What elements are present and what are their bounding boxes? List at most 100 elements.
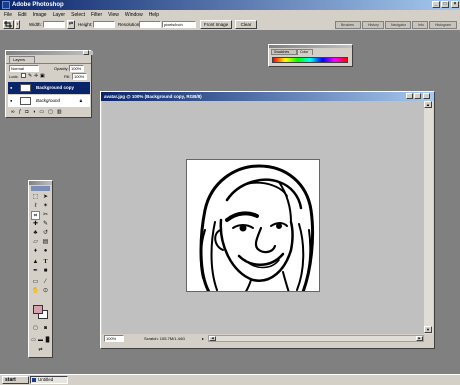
doc-maximize-button[interactable] — [414, 93, 421, 99]
lock-all-icon[interactable]: ▣ — [40, 73, 45, 79]
minimize-button[interactable]: _ — [432, 1, 440, 8]
magic-wand-tool-icon[interactable]: ✶ — [41, 202, 50, 211]
taskbar-item[interactable]: Untitled — [30, 376, 68, 384]
palette-title-strip[interactable] — [269, 45, 352, 48]
adjustment-layer-icon[interactable]: ◑ — [32, 109, 35, 116]
color-spectrum-bar[interactable] — [272, 57, 348, 63]
app-title-bar[interactable]: Adobe Photoshop _ □ × — [0, 0, 460, 10]
status-menu-arrow[interactable]: ▸ — [202, 334, 204, 343]
eyedropper-tool-icon[interactable]: ⁄ — [41, 278, 50, 287]
scroll-up-arrow[interactable]: ▲ — [424, 101, 432, 108]
height-input[interactable] — [93, 21, 115, 28]
blend-mode-select[interactable]: Normal — [9, 65, 39, 72]
lasso-tool-icon[interactable]: ℓ — [31, 202, 40, 211]
path-selection-tool-icon[interactable]: ▲ — [31, 258, 40, 267]
gradient-tool-icon[interactable]: ▤ — [41, 238, 50, 247]
new-layer-icon[interactable]: ▢ — [48, 109, 53, 116]
layer-row-background[interactable]: ● Background 🔒︎ — [8, 95, 90, 107]
scroll-left-arrow[interactable]: ◀ — [209, 336, 216, 341]
trash-icon[interactable]: ▥ — [57, 109, 62, 116]
menu-help[interactable]: Help — [149, 12, 159, 18]
resolution-unit-select[interactable]: pixels/inch — [162, 21, 196, 28]
lock-transparency-checkbox[interactable] — [21, 73, 26, 78]
palette-title-strip[interactable] — [6, 50, 93, 55]
toolbox-title-strip[interactable] — [29, 181, 52, 185]
crop-tool-preset-picker[interactable] — [3, 20, 14, 29]
lock-paint-icon[interactable]: ✎ — [28, 73, 32, 79]
pen-tool-icon[interactable]: ✒ — [31, 267, 40, 276]
resolution-input[interactable] — [139, 21, 161, 28]
layer-mask-icon[interactable]: ◘ — [25, 109, 28, 116]
width-input[interactable] — [43, 21, 65, 28]
notes-tool-icon[interactable]: ▭ — [31, 278, 40, 287]
standard-screen-mode-icon[interactable]: ▭ — [30, 336, 37, 345]
healing-brush-tool-icon[interactable]: ✚ — [31, 220, 40, 229]
standard-mode-icon[interactable]: ▢ — [31, 324, 40, 333]
crop-tool-icon[interactable]: ⌗ — [31, 211, 40, 220]
menu-view[interactable]: View — [108, 12, 119, 18]
fill-input[interactable]: 100% — [72, 73, 87, 80]
start-button[interactable]: start — [2, 376, 29, 384]
layer-name: Background — [36, 98, 61, 103]
swap-dimensions-icon[interactable]: ⇄ — [67, 20, 75, 29]
link-layers-icon[interactable]: ∞ — [11, 109, 15, 116]
layers-tab[interactable]: Layers — [9, 56, 35, 63]
menu-layer[interactable]: Layer — [53, 12, 66, 18]
marquee-tool-icon[interactable]: ⬚ — [31, 193, 40, 202]
well-tab-info[interactable]: Info — [412, 21, 428, 29]
eye-icon[interactable]: ● — [10, 85, 15, 90]
layer-row-background-copy[interactable]: ● Background copy — [8, 82, 90, 94]
horizontal-scrollbar[interactable]: ◀ ▶ — [208, 335, 424, 342]
front-image-button[interactable]: Front Image — [200, 20, 232, 29]
foreground-color-swatch[interactable] — [33, 305, 43, 314]
history-brush-tool-icon[interactable]: ↺ — [41, 229, 50, 238]
quick-mask-mode-icon[interactable]: ◙ — [41, 324, 50, 333]
vertical-scrollbar[interactable]: ▲ ▼ — [424, 101, 433, 334]
canvas-area[interactable] — [102, 101, 424, 334]
menu-filter[interactable]: Filter — [91, 12, 102, 18]
move-tool-icon[interactable]: ➤ — [41, 193, 50, 202]
opacity-input[interactable]: 100% — [69, 65, 84, 72]
clone-stamp-tool-icon[interactable]: ♣ — [31, 229, 40, 238]
eye-icon[interactable]: ● — [10, 98, 15, 103]
well-tab-navigator[interactable]: Navigator — [385, 21, 411, 29]
clear-button[interactable]: Clear — [235, 20, 257, 29]
well-tab-histogram[interactable]: Histogram — [429, 21, 457, 29]
close-button[interactable]: × — [451, 1, 459, 8]
new-group-icon[interactable]: ▭ — [39, 109, 44, 116]
zoom-tool-icon[interactable]: ⊙ — [41, 287, 50, 296]
menu-image[interactable]: Image — [33, 12, 47, 18]
lock-move-icon[interactable]: ✛ — [34, 73, 38, 79]
type-tool-icon[interactable]: T — [41, 258, 50, 267]
shape-tool-icon[interactable]: ■ — [41, 267, 50, 276]
zoom-level-field[interactable]: 100% — [104, 335, 124, 342]
well-tab-brushes[interactable]: Brushes — [335, 21, 361, 29]
well-tab-history[interactable]: History — [362, 21, 384, 29]
layer-style-icon[interactable]: ƒ — [19, 109, 22, 116]
scroll-down-arrow[interactable]: ▼ — [424, 326, 432, 333]
brush-tool-icon[interactable]: ✎ — [41, 220, 50, 229]
palette-close-button[interactable] — [83, 50, 89, 55]
color-tab[interactable]: Color — [297, 49, 313, 55]
menu-edit[interactable]: Edit — [18, 12, 27, 18]
hand-tool-icon[interactable]: ✋ — [31, 287, 40, 296]
doc-close-button[interactable] — [423, 93, 430, 99]
scroll-right-arrow[interactable]: ▶ — [416, 336, 423, 341]
menu-window[interactable]: Window — [125, 12, 143, 18]
full-screen-menu-mode-icon[interactable]: ▬ — [37, 336, 44, 345]
doc-minimize-button[interactable] — [406, 93, 413, 99]
dodge-tool-icon[interactable]: ● — [41, 247, 50, 256]
eraser-tool-icon[interactable]: ▱ — [31, 238, 40, 247]
jump-to-imageready-icon[interactable]: ⇄ — [36, 346, 45, 355]
document-title-bar[interactable]: avatar.jpg @ 100% (Background copy, RGB/… — [101, 92, 434, 101]
swatches-tab[interactable]: Swatches — [271, 49, 297, 55]
menu-file[interactable]: File — [4, 12, 12, 18]
menu-select[interactable]: Select — [71, 12, 85, 18]
full-screen-mode-icon[interactable]: █ — [44, 336, 51, 345]
preset-dropdown-arrow[interactable]: ▾ — [15, 20, 20, 29]
color-palette: Swatches Color — [268, 44, 353, 67]
adobe-online-icon[interactable] — [31, 186, 50, 191]
blur-tool-icon[interactable]: ♦ — [31, 247, 40, 256]
maximize-button[interactable]: □ — [441, 1, 449, 8]
slice-tool-icon[interactable]: ✂ — [41, 211, 50, 220]
